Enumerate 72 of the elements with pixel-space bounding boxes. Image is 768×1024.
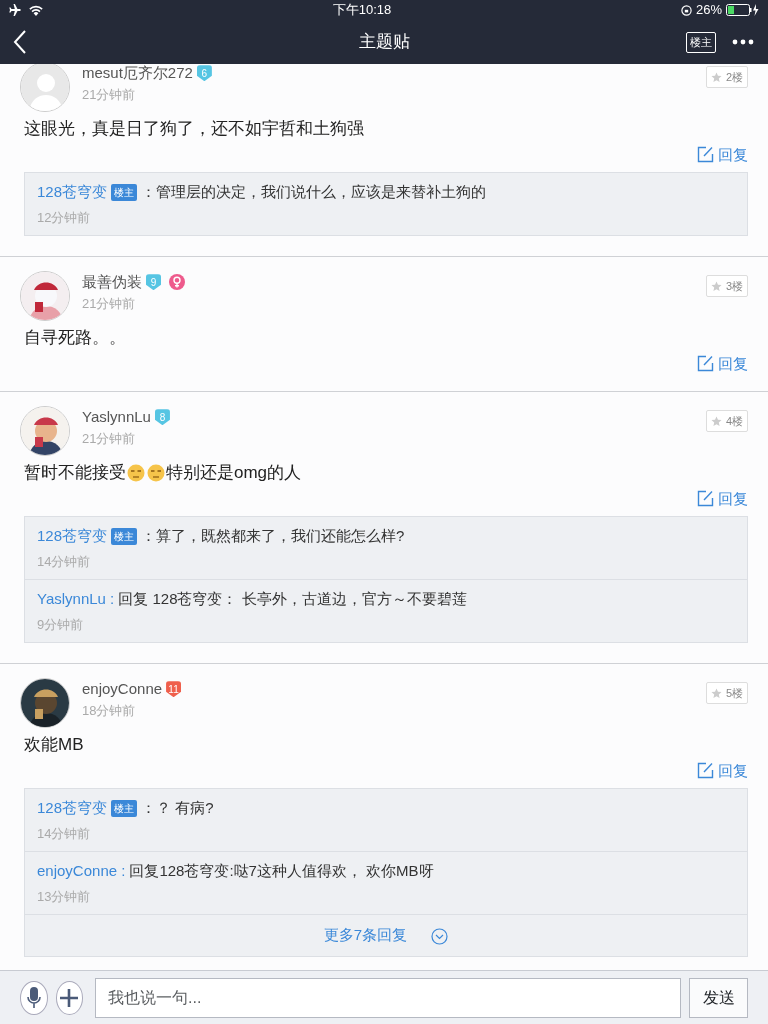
reply-text: 回复 128苍穹变： 长亭外，古道边，官方～不要碧莲 [118, 589, 467, 609]
floor-button[interactable]: 2楼 [705, 66, 748, 88]
post-time: 21分钟前 [82, 429, 137, 448]
microphone-button[interactable] [20, 980, 48, 1015]
edit-icon [697, 762, 714, 780]
star-icon [710, 280, 722, 292]
level-badge: 9 [146, 274, 161, 291]
reply-text: ：算了，既然都来了，我们还能怎么样? [141, 526, 405, 546]
reply-time: 14分钟前 [37, 824, 92, 843]
reply-text: ：？ 有病? [141, 798, 214, 818]
clock-time: 下午10:18 [332, 1, 392, 20]
post-text: 这眼光，真是日了狗了，还不如宇哲和土狗强 [24, 118, 364, 140]
page-title: 主题贴 [358, 31, 410, 54]
reply-link[interactable]: 回复 [697, 352, 748, 375]
reply-text: 回复128苍穹变:哒7这种人值得欢， 欢你MB呀 [129, 861, 434, 881]
more-replies-link[interactable]: 更多7条回复 [317, 923, 455, 948]
floor-button[interactable]: 4楼 [705, 410, 748, 432]
edit-icon [697, 146, 714, 164]
edit-icon [697, 355, 714, 373]
post-text: 自寻死路。。 [24, 327, 126, 349]
level-badge: 6 [196, 65, 212, 82]
plus-icon [59, 987, 80, 1008]
op-badge: 楼主 [111, 527, 138, 545]
post-text: 欢能MB [24, 734, 84, 756]
edit-icon [697, 490, 714, 508]
battery-icon [726, 4, 760, 16]
microphone-icon [26, 986, 41, 1009]
emoji-icon [147, 463, 165, 482]
username[interactable]: 最善伪装 [82, 271, 142, 294]
comment-input[interactable]: 我也说一句... [95, 977, 682, 1018]
post-time: 21分钟前 [82, 294, 137, 313]
expand-icon [431, 927, 449, 945]
reply-time: 13分钟前 [37, 887, 92, 906]
wifi-icon [29, 4, 43, 16]
star-icon [710, 71, 722, 83]
level-badge: 8 [154, 409, 170, 426]
post-text: 暂时不能接受 [24, 462, 126, 484]
username[interactable]: enjoyConne [82, 678, 163, 701]
floor-button[interactable]: 3楼 [705, 275, 748, 297]
battery-percentage: 26% [695, 1, 722, 20]
reply-time: 9分钟前 [37, 615, 85, 634]
reply-author[interactable]: 128苍穹变 [37, 181, 108, 204]
star-icon [710, 687, 722, 699]
more-icon[interactable] [732, 39, 754, 46]
reply-author[interactable]: 128苍穹变 [37, 525, 108, 548]
level-badge: 11 [166, 681, 182, 698]
reply-time: 14分钟前 [37, 552, 92, 571]
emoji-icon [127, 463, 145, 482]
post-text: 特别还是omg的人 [166, 462, 302, 484]
reply-link[interactable]: 回复 [697, 759, 748, 782]
post-time: 21分钟前 [82, 85, 137, 104]
post-time: 18分钟前 [82, 701, 137, 720]
op-badge: 楼主 [111, 799, 138, 817]
reply-author[interactable]: 128苍穹变 [37, 797, 108, 820]
username[interactable]: mesut厄齐尔272 [82, 64, 193, 85]
send-button[interactable]: 发送 [689, 977, 748, 1018]
reply-text: ：管理层的决定，我们说什么，应该是来替补土狗的 [141, 182, 487, 202]
reply-author[interactable]: enjoyConne : [37, 860, 126, 883]
reply-link[interactable]: 回复 [697, 143, 748, 166]
username[interactable]: YaslynnLu [82, 406, 151, 429]
back-button[interactable] [12, 28, 28, 56]
op-only-button[interactable]: 楼主 [686, 32, 716, 53]
reply-link[interactable]: 回复 [697, 487, 748, 510]
reply-author[interactable]: YaslynnLu : [37, 588, 115, 611]
reply-time: 12分钟前 [37, 208, 92, 227]
airplane-icon [8, 4, 21, 16]
op-badge: 楼主 [111, 183, 138, 201]
floor-button[interactable]: 5楼 [705, 682, 748, 704]
rotation-lock-icon [680, 4, 692, 16]
add-button[interactable] [55, 980, 84, 1015]
star-icon [710, 415, 722, 427]
default-avatar-icon [21, 64, 69, 111]
